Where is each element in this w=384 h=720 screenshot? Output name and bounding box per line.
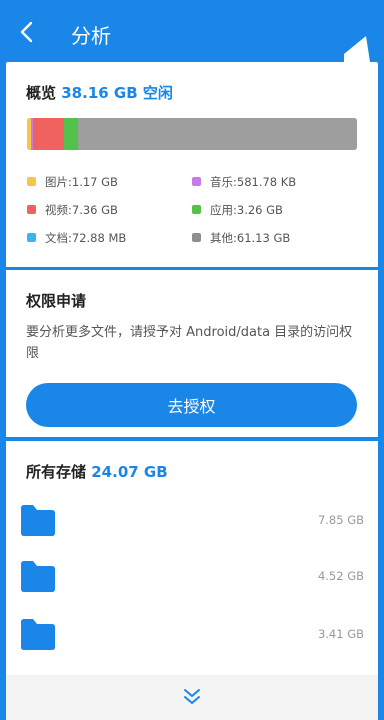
- double-chevron-down-icon[interactable]: [181, 687, 203, 707]
- folder-row[interactable]: 3.41 GB: [6, 617, 378, 653]
- overview-label: 概览: [26, 84, 57, 102]
- legend-label-images: 图片:1.17 GB: [45, 175, 118, 189]
- folder-size: 7.85 GB: [317, 513, 364, 527]
- legend-dot-apps: [192, 205, 201, 214]
- usage-segment-other: [78, 118, 357, 150]
- storage-label: 所有存储: [26, 463, 87, 481]
- folder-icon: [21, 619, 55, 650]
- storage-usage-bar: [27, 118, 357, 150]
- storage-card: 所有存储 24.07 GB 7.85 GB 4.52 GB 3.41 GB: [6, 441, 378, 720]
- legend-dot-images: [27, 177, 36, 186]
- folder-icon: [21, 505, 55, 536]
- back-arrow-icon[interactable]: [14, 17, 40, 47]
- legend-dot-videos: [27, 205, 36, 214]
- legend-label-music: 音乐:581.78 KB: [210, 175, 297, 189]
- usage-segment-apps: [64, 118, 79, 150]
- legend-dot-docs: [27, 233, 36, 242]
- permission-card: 权限申请 要分析更多文件，请授予对 Android/data 目录的访问权限 去…: [6, 270, 378, 437]
- page-title: 分析: [71, 24, 111, 48]
- legend-dot-music: [192, 177, 201, 186]
- folder-size: 4.52 GB: [317, 569, 364, 583]
- app-header: 分析: [0, 0, 384, 62]
- grant-permission-button[interactable]: 去授权: [26, 383, 357, 427]
- free-space-value: 38.16 GB 空闲: [61, 84, 173, 102]
- folder-row[interactable]: 4.52 GB: [6, 559, 378, 595]
- legend-dot-other: [192, 233, 201, 242]
- storage-title: 所有存储 24.07 GB: [26, 461, 168, 482]
- legend-label-docs: 文档:72.88 MB: [45, 231, 127, 245]
- folder-row[interactable]: 7.85 GB: [6, 503, 378, 539]
- legend-label-other: 其他:61.13 GB: [210, 231, 291, 245]
- load-more-bar: [6, 675, 378, 720]
- overview-title: 概览 38.16 GB 空闲: [26, 82, 173, 103]
- corner-tab-icon: [344, 36, 370, 62]
- legend-label-apps: 应用:3.26 GB: [210, 203, 283, 217]
- folder-size: 3.41 GB: [317, 627, 364, 641]
- usage-segment-videos: [32, 118, 65, 150]
- folder-icon: [21, 561, 55, 592]
- overview-card: 概览 38.16 GB 空闲 图片:1.17 GB 音乐:581.78 KB 视…: [6, 62, 378, 267]
- storage-total: 24.07 GB: [91, 463, 168, 481]
- permission-description: 要分析更多文件，请授予对 Android/data 目录的访问权限: [26, 325, 353, 361]
- legend-label-videos: 视频:7.36 GB: [45, 203, 118, 217]
- permission-title: 权限申请: [26, 292, 87, 310]
